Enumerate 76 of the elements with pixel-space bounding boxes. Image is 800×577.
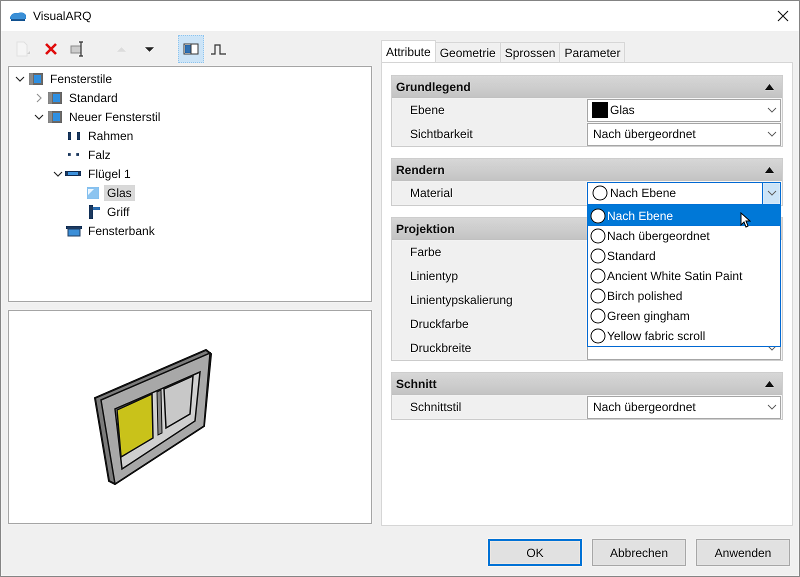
dialog-button[interactable]: Abbrechen	[592, 539, 686, 566]
tab[interactable]: Sprossen	[500, 42, 560, 62]
property-label: Sichtbarkeit	[409, 127, 474, 141]
color-swatch	[592, 102, 608, 118]
window-title: VisualARQ	[33, 9, 92, 23]
window-style-icon	[46, 90, 64, 106]
combo-box[interactable]: Glas	[587, 98, 781, 122]
collapse-icon[interactable]	[765, 84, 774, 90]
tree-item[interactable]: Neuer Fensterstil	[66, 108, 164, 124]
tree-item[interactable]: Glas	[104, 184, 135, 200]
dropdown-option[interactable]: Standard	[588, 246, 780, 266]
property-label: Linientypskalierung	[409, 293, 514, 307]
new-document-icon	[14, 40, 32, 58]
material-sphere-icon	[590, 328, 606, 344]
dropdown-option[interactable]: Green gingham	[588, 306, 780, 326]
collapse-icon[interactable]	[765, 167, 774, 173]
tree-item[interactable]: Rahmen	[85, 128, 136, 144]
window-style-icon	[27, 70, 45, 86]
tree-item[interactable]: Standard	[66, 90, 121, 106]
dialog-button[interactable]: OK	[488, 539, 582, 566]
tree-item[interactable]: Falz	[85, 146, 114, 162]
material-sphere-icon	[590, 228, 606, 244]
material-sphere-icon	[590, 288, 606, 304]
expander-icon[interactable]	[34, 112, 44, 122]
chevron-down-icon	[766, 131, 776, 137]
mouse-pointer-icon	[740, 212, 751, 228]
glass-pane-icon	[84, 184, 102, 200]
material-sphere-icon	[590, 268, 606, 284]
combo-value: Nach übergeordnet	[593, 127, 696, 141]
dialog-button[interactable]: Anwenden	[696, 539, 790, 566]
combo-value: Glas	[610, 103, 635, 117]
material-sphere-icon	[592, 185, 608, 201]
property-label: Farbe	[409, 245, 442, 259]
chevron-down-icon	[766, 107, 776, 113]
collapse-icon[interactable]	[765, 381, 774, 387]
expander-icon[interactable]	[15, 74, 25, 84]
property-label: Druckfarbe	[409, 317, 470, 331]
tab[interactable]: Parameter	[559, 42, 626, 62]
dropdown-option[interactable]: Nach Ebene	[588, 206, 780, 226]
material-sphere-icon	[590, 308, 606, 324]
combo-box[interactable]: Nach Ebene	[587, 182, 781, 204]
property-label: Ebene	[409, 103, 446, 117]
property-label: Linientyp	[409, 269, 460, 283]
section-title: Projektion	[396, 222, 455, 236]
dropdown-option[interactable]: Birch polished	[588, 286, 780, 306]
property-label: Druckbreite	[409, 341, 472, 355]
tree-item[interactable]: Fensterbank	[85, 222, 158, 238]
combo-box[interactable]: Nach übergeordnet	[587, 396, 781, 418]
property-label: Schnittstil	[409, 400, 462, 414]
dropdown-option[interactable]: Yellow fabric scroll	[588, 326, 780, 346]
tree-item[interactable]: Flügel 1	[85, 166, 134, 182]
sash-icon	[65, 171, 81, 176]
property-label: Material	[409, 186, 454, 200]
section-title: Schnitt	[396, 377, 437, 391]
app-logo-icon	[9, 10, 27, 22]
tree-item[interactable]: Fensterstile	[47, 70, 116, 86]
section-title: Grundlegend	[396, 80, 471, 94]
dropdown-option[interactable]: Ancient White Satin Paint	[588, 266, 780, 286]
tab[interactable]: Attribute	[381, 40, 436, 62]
close-icon[interactable]	[777, 10, 789, 22]
tree-item[interactable]: Griff	[104, 204, 132, 220]
combo-value: Nach Ebene	[610, 186, 676, 200]
chevron-down-icon	[766, 404, 776, 410]
expander-icon[interactable]	[53, 168, 63, 178]
chevron-down-icon	[766, 190, 776, 196]
combo-value: Nach übergeordnet	[593, 400, 696, 414]
window-style-icon	[46, 108, 64, 124]
combo-box[interactable]: Nach übergeordnet	[587, 122, 781, 146]
material-sphere-icon	[590, 248, 606, 264]
material-sphere-icon	[590, 208, 606, 224]
chevron-down-icon	[766, 345, 776, 351]
move-down-icon	[144, 46, 154, 52]
dropdown-option[interactable]: Nach übergeordnet	[588, 226, 780, 246]
section-title: Rendern	[396, 163, 445, 177]
toolbar-button[interactable]	[178, 35, 204, 63]
rebate-icon	[68, 153, 79, 156]
